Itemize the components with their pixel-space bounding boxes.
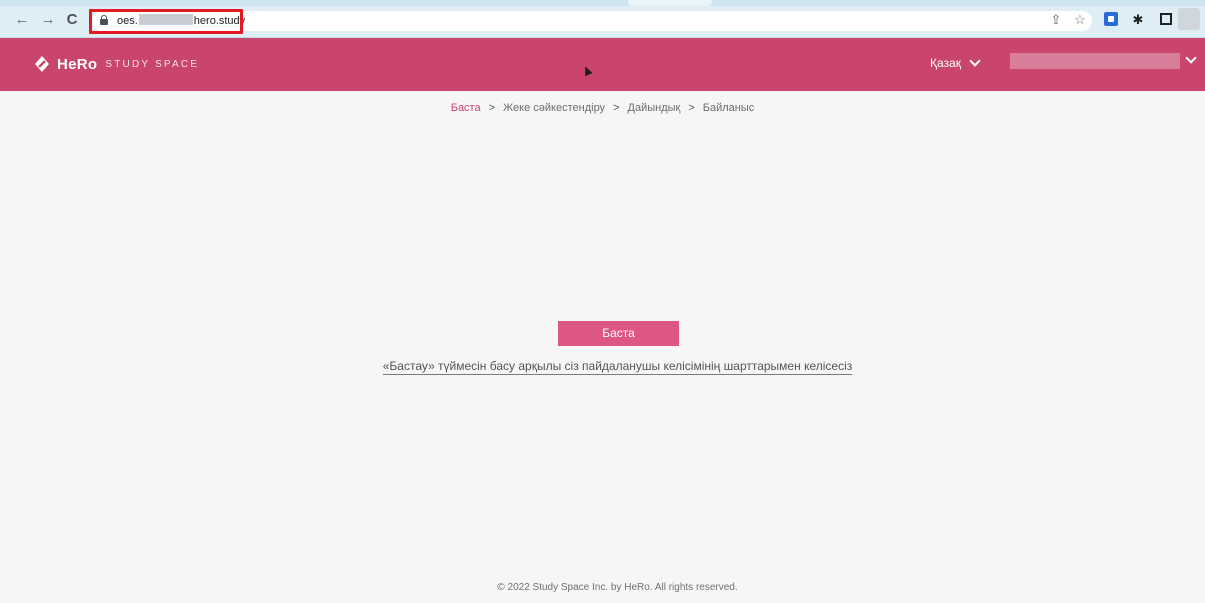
- terms-link[interactable]: «Бастау» түймесін басу арқылы сіз пайдал…: [382, 359, 853, 375]
- hero-logo-icon: [33, 55, 51, 73]
- back-icon[interactable]: ←: [14, 12, 30, 28]
- language-selector[interactable]: Қазақ: [930, 55, 981, 70]
- logo[interactable]: HeRo STUDY SPACE: [33, 55, 199, 73]
- breadcrumb: Баста > Жеке сәйкестендіру > Дайындық > Байлан…: [0, 102, 1205, 114]
- share-icon[interactable]: ⇪: [1048, 12, 1064, 28]
- brand-name: HeRo: [57, 55, 98, 73]
- chevron-down-icon: [969, 55, 981, 67]
- star-icon[interactable]: ☆: [1072, 12, 1088, 28]
- breadcrumb-separator: >: [688, 102, 695, 114]
- breadcrumb-separator: >: [488, 102, 496, 114]
- reload-icon[interactable]: C: [64, 12, 80, 28]
- breadcrumb-separator: >: [613, 102, 620, 114]
- extension-icon[interactable]: [1104, 12, 1118, 26]
- user-menu-redacted[interactable]: [1010, 53, 1180, 69]
- tab-strip: [0, 0, 1205, 6]
- puzzle-icon[interactable]: ✱: [1130, 12, 1146, 28]
- url-highlight-box: [89, 9, 243, 34]
- breadcrumb-step-start: Баста: [450, 102, 481, 114]
- active-tab[interactable]: [628, 0, 712, 6]
- breadcrumb-step-identification: Жеке сәйкестендіру: [503, 102, 606, 114]
- terms-notice: «Бастау» түймесін басу арқылы сіз пайдал…: [0, 359, 1205, 375]
- brand-subtitle: STUDY SPACE: [105, 58, 200, 70]
- sidebar-icon[interactable]: [1160, 13, 1172, 25]
- language-label: Қазақ: [930, 56, 961, 70]
- user-menu-toggle[interactable]: [1185, 52, 1197, 64]
- forward-icon[interactable]: →: [40, 12, 56, 28]
- breadcrumb-step-connection: Байланыс: [702, 102, 755, 114]
- breadcrumb-step-preparation: Дайындық: [627, 102, 681, 114]
- footer-copyright: © 2022 Study Space Inc. by HeRo. All rig…: [497, 582, 738, 593]
- start-button[interactable]: Баста: [558, 321, 679, 346]
- profile-icon[interactable]: [1178, 8, 1200, 30]
